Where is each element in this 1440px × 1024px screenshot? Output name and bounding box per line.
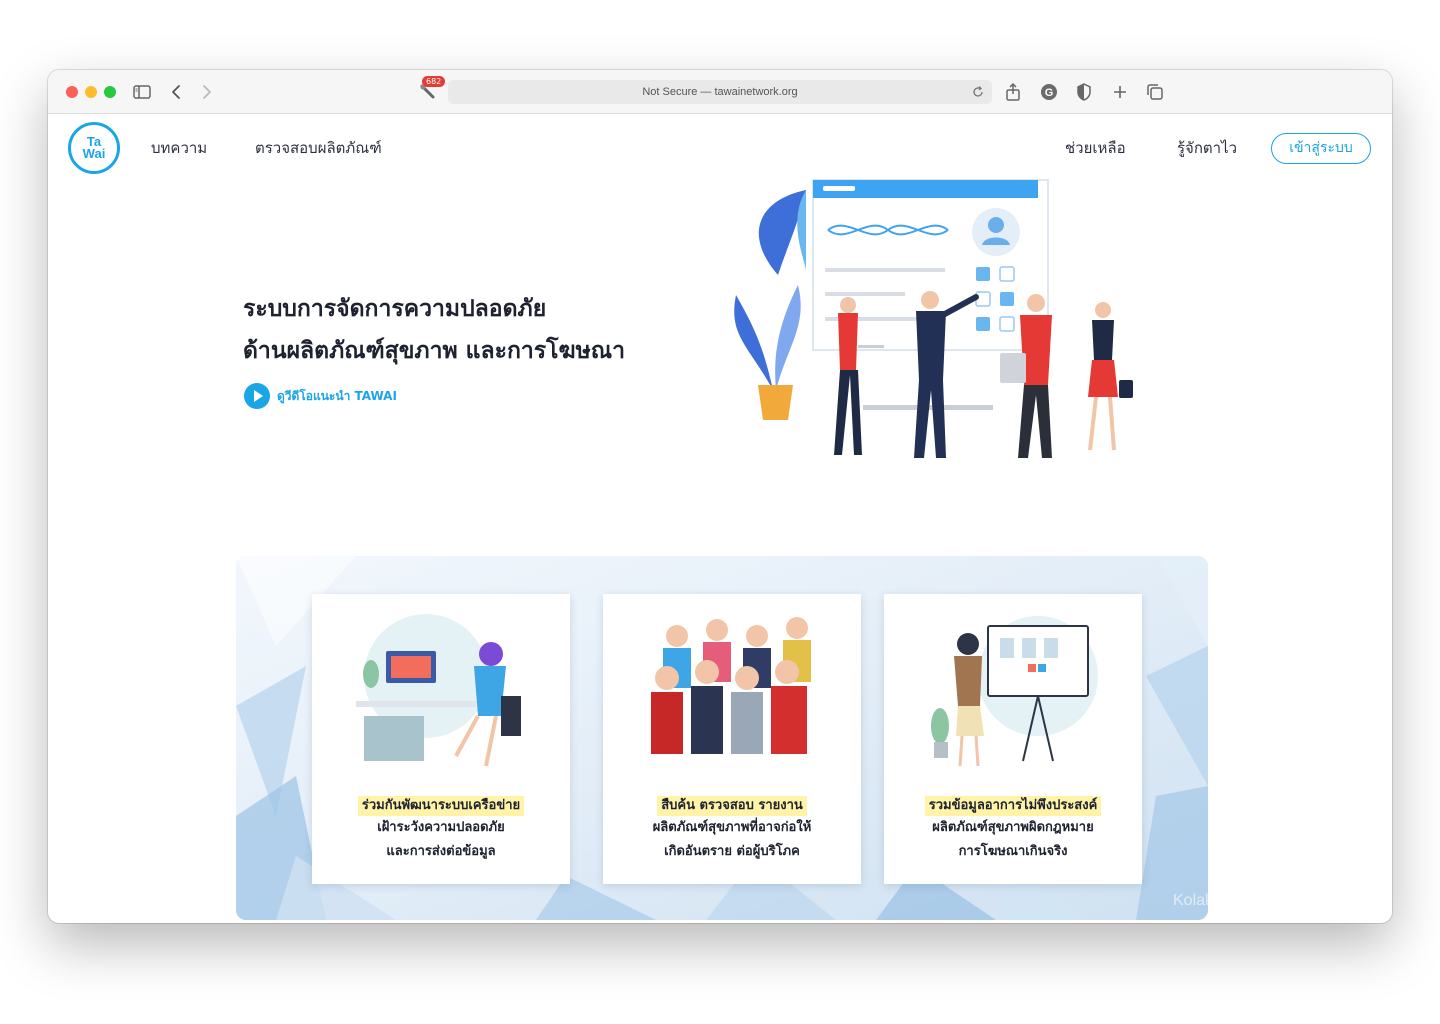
feature-highlight: สืบค้น ตรวจสอบ รายงาน xyxy=(657,796,807,816)
privacy-shield-icon[interactable] xyxy=(1072,80,1096,104)
feature-line3: การโฆษณาเกินจริง xyxy=(958,844,1068,859)
nav-product-check[interactable]: ตรวจสอบผลิตภัณฑ์ xyxy=(255,138,382,158)
feature-illustration-desk xyxy=(356,614,521,767)
url-text: Not Secure — tawainetwork.org xyxy=(642,86,798,98)
reload-icon[interactable] xyxy=(968,82,988,102)
minimize-window-button[interactable] xyxy=(85,86,97,98)
features-section: ร่วมกันพัฒนาระบบเครือข่าย เฝ้าระวังความป… xyxy=(236,556,1208,920)
address-bar[interactable]: Not Secure — tawainetwork.org xyxy=(448,80,992,104)
feature-line2: ผลิตภัณฑ์สุขภาพผิดกฎหมาย xyxy=(932,820,1094,835)
nav-about[interactable]: รู้จักตาไว xyxy=(1177,138,1237,158)
forward-icon[interactable] xyxy=(194,80,218,104)
feature-card-search[interactable]: สืบค้น ตรวจสอบ รายงาน ผลิตภัณฑ์สุขภาพที่… xyxy=(603,594,861,884)
hero-title-line1: ระบบการจัดการความปลอดภัย xyxy=(243,296,547,322)
back-icon[interactable] xyxy=(165,80,189,104)
play-icon[interactable] xyxy=(244,383,270,409)
sidebar-toggle-icon[interactable] xyxy=(130,80,154,104)
share-icon[interactable] xyxy=(1001,80,1025,104)
feature-highlight: ร่วมกันพัฒนาระบบเครือข่าย xyxy=(357,796,525,816)
feature-highlight: รวมข้อมูลอาการไม่พึงประสงค์ xyxy=(924,796,1102,816)
tab-overview-icon[interactable] xyxy=(1143,80,1167,104)
photographer-watermark: Kolak Keeratipattarakul xyxy=(1173,892,1339,909)
login-button[interactable]: เข้าสู่ระบบ xyxy=(1271,133,1371,164)
browser-window: 682 Not Secure — tawainetwork.org G Ta W… xyxy=(48,70,1392,923)
feature-illustration-group xyxy=(651,617,811,754)
nav-articles[interactable]: บทความ xyxy=(151,138,207,158)
zoom-window-button[interactable] xyxy=(104,86,116,98)
logo-text-wai: Wai xyxy=(82,146,106,161)
hero-title-line2: ด้านผลิตภัณฑ์สุขภาพ และการโฆษณา xyxy=(243,338,625,364)
feature-card-network[interactable]: ร่วมกันพัฒนาระบบเครือข่าย เฝ้าระวังความป… xyxy=(312,594,570,884)
close-window-button[interactable] xyxy=(66,86,78,98)
browser-toolbar: 682 Not Secure — tawainetwork.org G xyxy=(48,70,1392,114)
hero-illustration xyxy=(734,179,1133,458)
extension-badge: 682 xyxy=(422,76,446,87)
feature-line2: ผลิตภัณฑ์สุขภาพที่อาจก่อให้ xyxy=(652,820,812,835)
feature-illustration-presentation xyxy=(931,616,1098,767)
hero-title: ระบบการจัดการความปลอดภัย ด้านผลิตภัณฑ์สุ… xyxy=(243,288,723,372)
feature-line3: และการส่งต่อข้อมูล xyxy=(386,844,496,859)
nav-help[interactable]: ช่วยเหลือ xyxy=(1065,138,1126,158)
grammarly-icon[interactable]: G xyxy=(1037,80,1061,104)
feature-line2: เฝ้าระวังความปลอดภัย xyxy=(377,820,505,835)
svg-text:G: G xyxy=(1045,87,1054,99)
new-tab-icon[interactable] xyxy=(1108,80,1132,104)
feature-card-report[interactable]: รวมข้อมูลอาการไม่พึงประสงค์ ผลิตภัณฑ์สุข… xyxy=(884,594,1142,884)
intro-video-label[interactable]: ดูวีดีโอแนะนำ TAWAI xyxy=(277,387,397,406)
feature-line3: เกิดอันตราย ต่อผู้บริโภค xyxy=(664,844,800,859)
tawai-logo[interactable]: Ta Wai xyxy=(68,122,120,174)
